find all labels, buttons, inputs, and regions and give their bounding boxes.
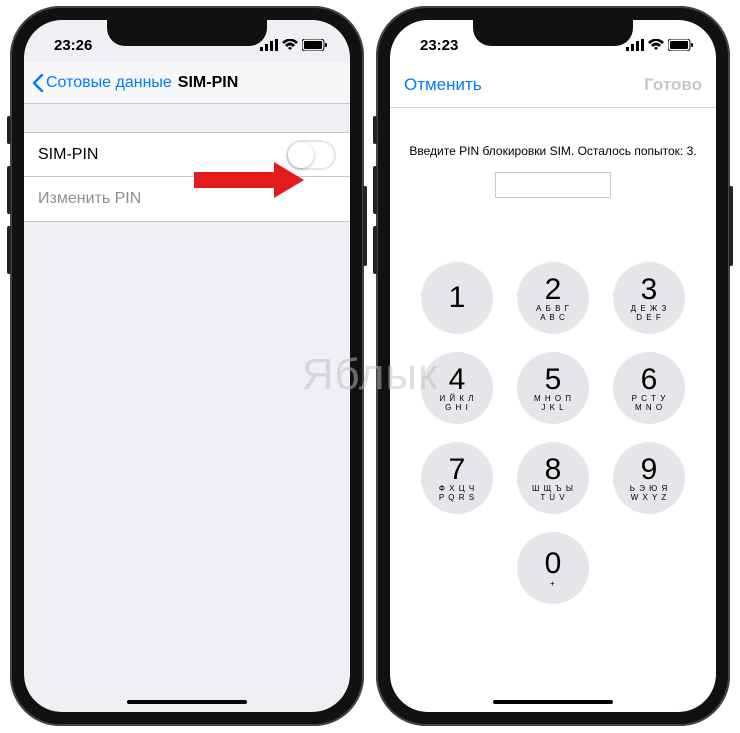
keypad: 1 2 А Б В Г A B C 3 Д Е Ж З D E F 4 И Й … xyxy=(390,262,716,604)
key-digit: 8 xyxy=(545,454,562,486)
row-label: Изменить PIN xyxy=(38,190,141,208)
done-button[interactable]: Готово xyxy=(644,75,702,95)
wifi-icon xyxy=(282,39,298,51)
battery-icon xyxy=(668,39,694,51)
home-indicator[interactable] xyxy=(127,700,247,704)
nav-bar: Отменить Готово xyxy=(390,62,716,108)
key-1[interactable]: 1 xyxy=(421,262,493,334)
status-indicators xyxy=(626,39,694,51)
key-digit: 1 xyxy=(449,282,466,314)
status-indicators xyxy=(260,39,328,51)
key-digit: 7 xyxy=(449,454,466,486)
back-button[interactable]: Сотовые данные xyxy=(32,74,172,92)
battery-icon xyxy=(302,39,328,51)
side-button xyxy=(373,226,377,274)
key-digit: 5 xyxy=(545,364,562,396)
side-button xyxy=(7,166,11,214)
key-letters: + xyxy=(550,580,556,588)
back-label: Сотовые данные xyxy=(46,74,172,92)
page-title: SIM-PIN xyxy=(178,74,238,92)
key-letters: И Й К Л G H I xyxy=(439,395,474,412)
key-digit: 2 xyxy=(545,274,562,306)
phone-left: 23:26 Сотовые данные SIM-PIN SIM-PIN xyxy=(10,6,364,726)
nav-bar: Сотовые данные SIM-PIN xyxy=(24,62,350,104)
key-letters: А Б В Г A B C xyxy=(536,305,570,322)
status-time: 23:26 xyxy=(54,37,92,54)
key-digit: 4 xyxy=(449,364,466,396)
key-letters: Д Е Ж З D E F xyxy=(631,305,668,322)
key-digit: 9 xyxy=(641,454,658,486)
prompt-area: Введите PIN блокировки SIM. Осталось поп… xyxy=(390,108,716,198)
chevron-left-icon xyxy=(32,74,44,92)
home-indicator[interactable] xyxy=(493,700,613,704)
key-9[interactable]: 9 Ь Э Ю Я W X Y Z xyxy=(613,442,685,514)
key-letters: Р С Т У M N O xyxy=(632,395,667,412)
key-5[interactable]: 5 М Н О П J K L xyxy=(517,352,589,424)
key-7[interactable]: 7 Ф Х Ц Ч P Q R S xyxy=(421,442,493,514)
status-time: 23:23 xyxy=(420,37,458,54)
phone-right: 23:23 Отменить Готово Введите PIN блокир… xyxy=(376,6,730,726)
key-digit: 0 xyxy=(545,548,562,580)
key-4[interactable]: 4 И Й К Л G H I xyxy=(421,352,493,424)
pin-input[interactable] xyxy=(495,172,611,198)
key-letters: Ь Э Ю Я W X Y Z xyxy=(630,485,669,502)
side-button xyxy=(7,116,11,144)
screen-settings: 23:26 Сотовые данные SIM-PIN SIM-PIN xyxy=(24,20,350,712)
key-digit: 3 xyxy=(641,274,658,306)
key-2[interactable]: 2 А Б В Г A B C xyxy=(517,262,589,334)
cellular-icon xyxy=(626,39,644,51)
side-button xyxy=(373,116,377,144)
key-letters: Ф Х Ц Ч P Q R S xyxy=(439,485,475,502)
cancel-button[interactable]: Отменить xyxy=(404,75,482,95)
side-button xyxy=(373,166,377,214)
key-letters: Ш Щ Ъ Ы T U V xyxy=(532,485,574,502)
key-digit: 6 xyxy=(641,364,658,396)
prompt-text: Введите PIN блокировки SIM. Осталось поп… xyxy=(408,144,698,158)
notch xyxy=(473,20,633,46)
key-8[interactable]: 8 Ш Щ Ъ Ы T U V xyxy=(517,442,589,514)
row-label: SIM-PIN xyxy=(38,146,98,164)
key-letters: М Н О П J K L xyxy=(534,395,572,412)
key-3[interactable]: 3 Д Е Ж З D E F xyxy=(613,262,685,334)
key-6[interactable]: 6 Р С Т У M N O xyxy=(613,352,685,424)
key-0[interactable]: 0 + xyxy=(517,532,589,604)
notch xyxy=(107,20,267,46)
wifi-icon xyxy=(648,39,664,51)
side-button xyxy=(7,226,11,274)
screen-keypad: 23:23 Отменить Готово Введите PIN блокир… xyxy=(390,20,716,712)
side-button xyxy=(729,186,733,266)
arrow-annotation-icon xyxy=(194,162,304,198)
cellular-icon xyxy=(260,39,278,51)
side-button xyxy=(363,186,367,266)
